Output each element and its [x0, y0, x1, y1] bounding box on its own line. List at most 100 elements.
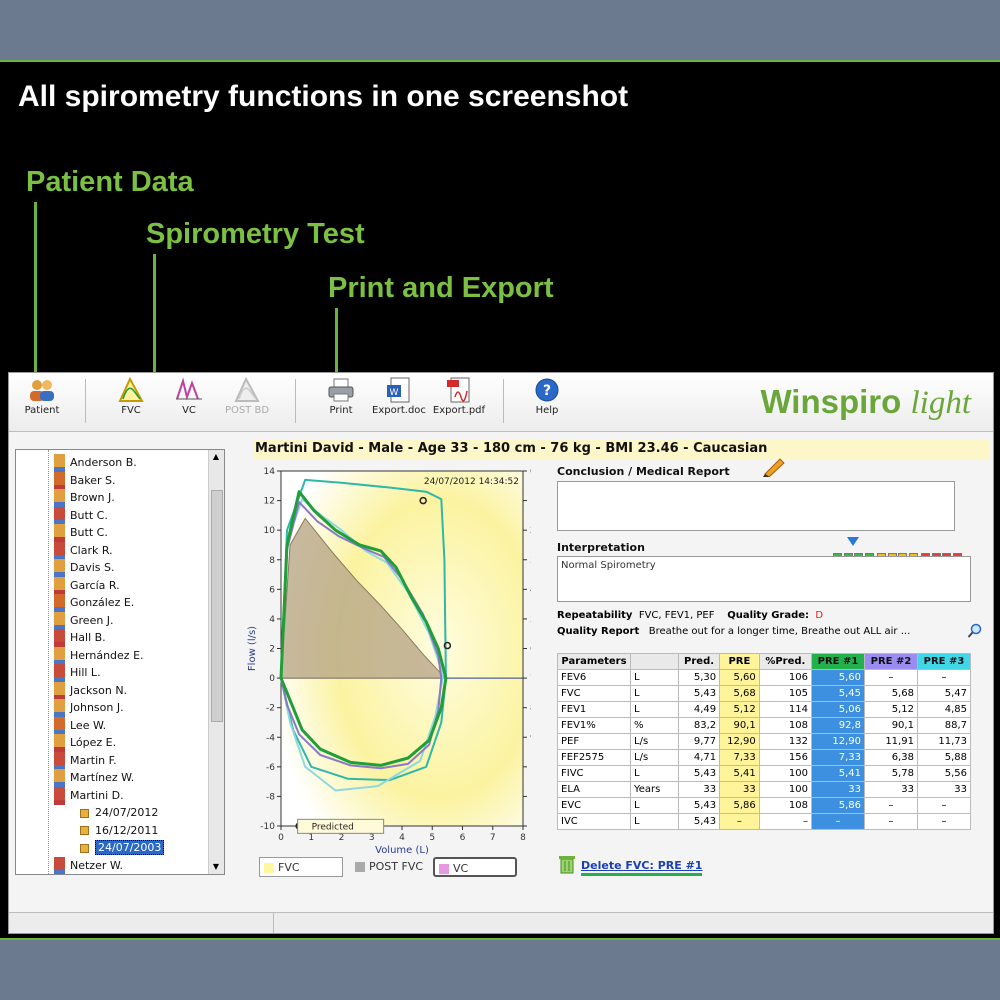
patient-item[interactable]: Anderson B.: [54, 454, 137, 472]
patient-item[interactable]: Jackson N.: [54, 681, 127, 700]
table-cell: –: [916, 797, 972, 814]
table-cell: 132: [758, 733, 812, 750]
delete-fvc-link[interactable]: Delete FVC: PRE #1: [581, 859, 703, 876]
patient-name: Clark R.: [70, 543, 113, 557]
table-cell: 5,68: [863, 685, 918, 702]
y-tick-label: 4: [269, 615, 275, 625]
table-cell: PEF: [557, 733, 631, 750]
legend-fvc-label: FVC: [278, 861, 300, 874]
patient-item[interactable]: Butt C.: [54, 506, 108, 525]
table-cell: L: [630, 765, 679, 782]
patient-item[interactable]: Green J.: [54, 611, 114, 630]
word-doc-icon: W: [387, 377, 410, 403]
legend-fvc-button[interactable]: FVC: [259, 857, 343, 877]
pencil-icon[interactable]: [761, 455, 787, 477]
vc-button[interactable]: VC: [159, 377, 219, 427]
column-header[interactable]: Parameters: [557, 653, 631, 670]
export-doc-button[interactable]: W Export.doc: [369, 377, 429, 427]
y2-tick-label: 8: [530, 704, 531, 714]
scroll-up-icon[interactable]: ▲: [211, 452, 221, 462]
y-tick-label: 14: [264, 467, 276, 477]
scroll-thumb[interactable]: [211, 490, 223, 722]
patient-item[interactable]: Lee W.: [54, 716, 106, 735]
session-item[interactable]: 24/07/2012: [80, 804, 158, 821]
patient-item[interactable]: López E.: [54, 734, 116, 752]
printer-icon: [328, 378, 354, 402]
patient-item[interactable]: Martin F.: [54, 751, 117, 770]
table-cell: 5,68: [719, 685, 760, 702]
patient-name: Davis S.: [70, 561, 115, 574]
callout-line-patient: [34, 202, 37, 374]
export-pdf-button[interactable]: Export.pdf: [429, 377, 489, 427]
patient-item[interactable]: Martínez W.: [54, 769, 134, 787]
callout-line-print: [335, 308, 338, 374]
table-cell: 5,12: [863, 701, 918, 718]
patient-icon: [54, 716, 65, 735]
patient-item[interactable]: Hill L.: [54, 664, 101, 682]
legend-vc-button[interactable]: VC: [433, 857, 517, 877]
table-cell: L/s: [630, 733, 679, 750]
session-item[interactable]: 16/12/2011: [80, 822, 158, 839]
legend-fvc-swatch: [264, 863, 274, 873]
column-header[interactable]: PRE #2: [863, 653, 918, 670]
column-header[interactable]: Pred.: [677, 653, 721, 670]
legend-post-fvc-button[interactable]: POST FVC: [351, 857, 435, 877]
legend-vc-label: VC: [453, 862, 469, 875]
scroll-down-icon[interactable]: ▼: [211, 862, 221, 872]
patient-item[interactable]: Netzer W.: [54, 856, 123, 874]
conclusion-textbox[interactable]: [557, 481, 955, 531]
patient-item[interactable]: González E.: [54, 594, 134, 612]
table-cell: 5,78: [863, 765, 918, 782]
column-header[interactable]: PRE #3: [916, 653, 972, 670]
table-cell: 114: [758, 701, 812, 718]
patient-item[interactable]: Butt C.: [54, 524, 108, 542]
y-tick-label: 8: [269, 556, 275, 566]
patient-icon: [54, 506, 65, 525]
trash-icon[interactable]: [557, 853, 577, 875]
post-bd-button[interactable]: POST BD: [217, 377, 277, 427]
patient-item[interactable]: Johnson J.: [54, 699, 124, 717]
patient-item[interactable]: García R.: [54, 576, 120, 595]
column-header[interactable]: %Pred.: [758, 653, 812, 670]
x-axis-label: Volume (L): [375, 845, 429, 856]
print-button[interactable]: Print: [311, 377, 371, 427]
tree-scrollbar[interactable]: ▲ ▼: [208, 450, 224, 874]
patient-item[interactable]: Hall B.: [54, 629, 106, 647]
fvc-button[interactable]: FVC: [101, 377, 161, 427]
headline: All spirometry functions in one screensh…: [18, 80, 629, 113]
patient-icon: [54, 664, 65, 682]
patient-item[interactable]: Martini D.: [54, 786, 124, 805]
table-row: FEF2575 L/s 4,71 7,33 156 7,33 6,38 5,88: [557, 749, 972, 766]
patient-item[interactable]: Hernández E.: [54, 646, 144, 665]
help-button[interactable]: ? Help: [517, 377, 577, 427]
patient-item[interactable]: Davis S.: [54, 559, 115, 577]
callout-patient-data: Patient Data: [26, 166, 194, 198]
table-cell: %: [630, 717, 679, 734]
fvc-icon: [118, 377, 144, 402]
patient-name: Brown J.: [70, 491, 115, 504]
table-cell: 6,38: [863, 749, 918, 766]
interpretation-textbox[interactable]: Normal Spirometry: [557, 556, 971, 602]
patient-item[interactable]: Clark R.: [54, 541, 113, 560]
patient-item[interactable]: Baker S.: [54, 471, 116, 490]
table-cell: 33: [810, 781, 865, 798]
magnifier-icon[interactable]: [967, 623, 983, 639]
table-row: FEV1%% 83,2 90,1 108 92,8 90,1 88,7: [557, 717, 972, 734]
patient-icon: [54, 699, 65, 717]
patient-button[interactable]: Patient: [12, 377, 72, 427]
column-header[interactable]: [630, 653, 679, 670]
patient-item[interactable]: Brown J.: [54, 489, 115, 507]
table-row: PEF L/s 9,77 12,90 132 12,90 11,91 11,73: [557, 733, 972, 750]
column-header[interactable]: PRE #1: [810, 653, 865, 670]
table-cell: 106: [758, 669, 812, 686]
table-cell: 5,86: [719, 797, 760, 814]
help-icon: ?: [535, 378, 559, 402]
table-cell: 83,2: [677, 717, 721, 734]
patient-button-label: Patient: [24, 405, 60, 416]
column-header[interactable]: PRE: [719, 653, 760, 670]
session-item[interactable]: 24/07/2003: [80, 839, 165, 856]
patient-name: Hall B.: [70, 631, 106, 644]
table-cell: 5,30: [677, 669, 721, 686]
table-cell: 105: [758, 685, 812, 702]
repeatability-label: Repeatability: [557, 610, 633, 621]
